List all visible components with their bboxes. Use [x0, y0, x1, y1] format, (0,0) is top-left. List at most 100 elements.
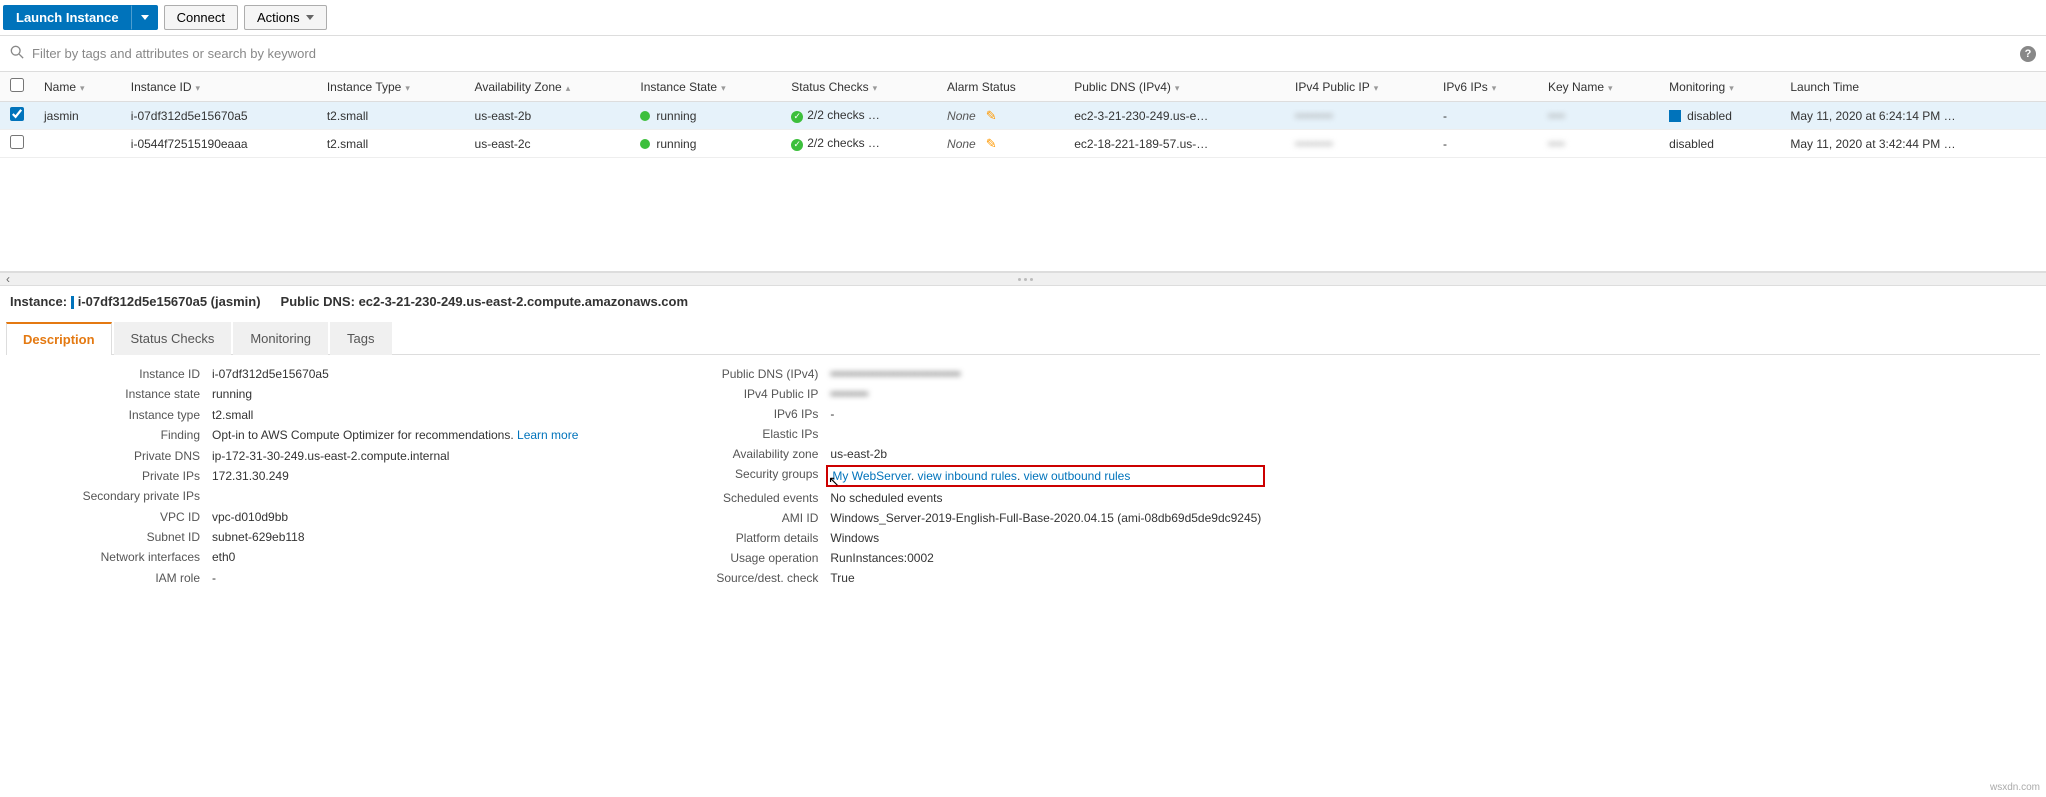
- cell-key-name: ••••: [1538, 130, 1659, 158]
- view-inbound-rules-link[interactable]: view inbound rules: [918, 469, 1017, 483]
- launch-instance-button[interactable]: Launch Instance: [3, 5, 132, 30]
- val-scheduled-events[interactable]: No scheduled events: [830, 491, 1261, 505]
- col-ipv6[interactable]: IPv6 IPs▾: [1433, 72, 1538, 102]
- val-elastic-ips: [830, 427, 1261, 441]
- cell-key-name: ••••: [1538, 102, 1659, 130]
- lbl-private-ips: Private IPs: [20, 469, 200, 483]
- col-name[interactable]: Name▾: [34, 72, 121, 102]
- row-checkbox[interactable]: [10, 107, 24, 121]
- search-icon: [10, 45, 24, 62]
- col-key-name[interactable]: Key Name▾: [1538, 72, 1659, 102]
- val-az: us-east-2b: [830, 447, 1261, 461]
- val-vpc-id[interactable]: vpc-d010d9bb: [212, 510, 578, 524]
- cell-ipv4-public: •••••••••: [1285, 130, 1433, 158]
- lbl-vpc-id: VPC ID: [20, 510, 200, 524]
- val-subnet-id[interactable]: subnet-629eb118: [212, 530, 578, 544]
- connect-button[interactable]: Connect: [164, 5, 238, 30]
- lbl-public-dns: Public DNS (IPv4): [638, 367, 818, 381]
- lbl-network-interfaces: Network interfaces: [20, 550, 200, 564]
- tab-description[interactable]: Description: [6, 322, 112, 355]
- filter-bar: ?: [0, 35, 2046, 72]
- cell-monitoring: disabled: [1659, 130, 1780, 158]
- val-security-groups: My WebServer. view inbound rules. view o…: [826, 465, 1265, 487]
- col-monitoring[interactable]: Monitoring▾: [1659, 72, 1780, 102]
- col-instance-type[interactable]: Instance Type▾: [317, 72, 465, 102]
- learn-more-link[interactable]: Learn more: [517, 428, 578, 442]
- col-instance-state[interactable]: Instance State▾: [630, 72, 781, 102]
- col-launch-time[interactable]: Launch Time: [1780, 72, 2046, 102]
- lbl-finding: Finding: [20, 428, 200, 442]
- actions-dropdown[interactable]: Actions: [244, 5, 327, 30]
- cell-name: jasmin: [34, 102, 121, 130]
- lbl-az: Availability zone: [638, 447, 818, 461]
- public-dns-label: Public DNS:: [281, 294, 355, 309]
- cell-instance-type: t2.small: [317, 130, 465, 158]
- lbl-instance-state: Instance state: [20, 387, 200, 401]
- security-group-link[interactable]: My WebServer: [832, 469, 910, 483]
- instances-table: Name▾ Instance ID▾ Instance Type▾ Availa…: [0, 72, 2046, 158]
- tab-tags[interactable]: Tags: [330, 322, 391, 355]
- view-outbound-rules-link[interactable]: view outbound rules: [1024, 469, 1131, 483]
- val-network-interfaces[interactable]: eth0: [212, 550, 578, 564]
- val-instance-type: t2.small: [212, 408, 578, 422]
- col-status-checks[interactable]: Status Checks▾: [781, 72, 937, 102]
- instances-table-area: Name▾ Instance ID▾ Instance Type▾ Availa…: [0, 72, 2046, 272]
- table-row[interactable]: i-0544f72515190eaaat2.smallus-east-2crun…: [0, 130, 2046, 158]
- action-toolbar: Launch Instance Connect Actions: [0, 0, 2046, 35]
- lbl-instance-id: Instance ID: [20, 367, 200, 381]
- lbl-ipv4-public: IPv4 Public IP: [638, 387, 818, 401]
- col-az[interactable]: Availability Zone▴: [465, 72, 631, 102]
- cell-monitoring: disabled: [1659, 102, 1780, 130]
- lbl-platform: Platform details: [638, 531, 818, 545]
- detail-tabs: Description Status Checks Monitoring Tag…: [6, 321, 2040, 355]
- cell-status-checks: ✓2/2 checks …: [781, 102, 937, 130]
- val-iam-role: -: [212, 571, 578, 585]
- description-right-column: Public DNS (IPv4)•••••••••••••••••••••••…: [638, 367, 1261, 585]
- lbl-ami-id: AMI ID: [638, 511, 818, 525]
- col-instance-id[interactable]: Instance ID▾: [121, 72, 317, 102]
- lbl-ipv6: IPv6 IPs: [638, 407, 818, 421]
- filter-input[interactable]: [32, 42, 2012, 65]
- pane-splitter[interactable]: ‹: [0, 272, 2046, 286]
- cell-public-dns: ec2-18-221-189-57.us-…: [1064, 130, 1285, 158]
- val-ipv4-public: •••••••••: [830, 387, 1261, 401]
- lbl-usage-operation: Usage operation: [638, 551, 818, 565]
- cell-ipv4-public: •••••••••: [1285, 102, 1433, 130]
- cell-ipv6: -: [1433, 102, 1538, 130]
- val-private-ips: 172.31.30.249: [212, 469, 578, 483]
- val-instance-id: i-07df312d5e15670a5: [212, 367, 578, 381]
- launch-instance-dropdown[interactable]: [132, 5, 158, 30]
- check-icon: ✓: [791, 111, 803, 123]
- lbl-iam-role: IAM role: [20, 571, 200, 585]
- val-platform: Windows: [830, 531, 1261, 545]
- info-icon[interactable]: ?: [2020, 46, 2036, 62]
- col-ipv4-public[interactable]: IPv4 Public IP▾: [1285, 72, 1433, 102]
- row-checkbox[interactable]: [10, 135, 24, 149]
- cell-public-dns: ec2-3-21-230-249.us-e…: [1064, 102, 1285, 130]
- val-private-dns: ip-172-31-30-249.us-east-2.compute.inter…: [212, 449, 578, 463]
- tab-monitoring[interactable]: Monitoring: [233, 322, 328, 355]
- edit-alarm-icon[interactable]: ✎: [986, 136, 997, 151]
- cell-instance-id: i-0544f72515190eaaa: [121, 130, 317, 158]
- collapse-left-icon[interactable]: ‹: [6, 272, 10, 286]
- select-all-checkbox[interactable]: [10, 78, 24, 92]
- col-alarm-status[interactable]: Alarm Status: [937, 72, 1064, 102]
- launch-instance-split-button: Launch Instance: [3, 5, 158, 30]
- check-icon: ✓: [791, 139, 803, 151]
- val-public-dns: •••••••••••••••••••••••••••••••: [830, 367, 1261, 381]
- col-public-dns[interactable]: Public DNS (IPv4)▾: [1064, 72, 1285, 102]
- val-ipv6: -: [830, 407, 1261, 421]
- lbl-private-dns: Private DNS: [20, 449, 200, 463]
- edit-alarm-icon[interactable]: ✎: [986, 108, 997, 123]
- watermark: wsxdn.com: [1990, 782, 2040, 793]
- monitoring-indicator-icon: [1669, 110, 1681, 122]
- val-ami-id[interactable]: Windows_Server-2019-English-Full-Base-20…: [830, 511, 1261, 525]
- cell-az: us-east-2b: [465, 102, 631, 130]
- detail-header: Instance: i-07df312d5e15670a5 (jasmin) P…: [0, 286, 2046, 317]
- table-row[interactable]: jasmini-07df312d5e15670a5t2.smallus-east…: [0, 102, 2046, 130]
- tab-status-checks[interactable]: Status Checks: [114, 322, 232, 355]
- cell-state: running: [630, 130, 781, 158]
- table-header-row: Name▾ Instance ID▾ Instance Type▾ Availa…: [0, 72, 2046, 102]
- val-secondary-ips: [212, 489, 578, 503]
- cell-name: [34, 130, 121, 158]
